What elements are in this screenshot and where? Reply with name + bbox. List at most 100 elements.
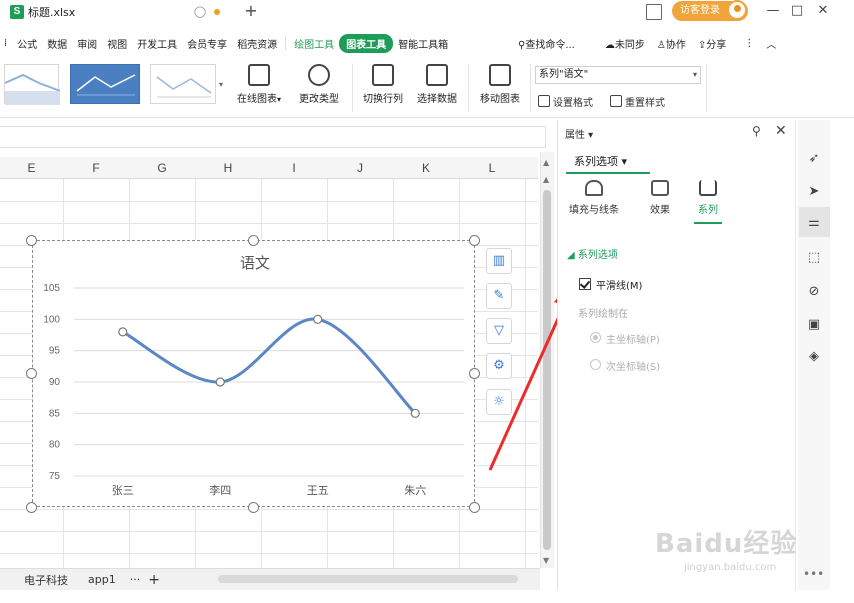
add-sheet-button[interactable]: +: [144, 572, 164, 588]
panel-toggle-icon[interactable]: [646, 4, 662, 20]
tab-pin-icon[interactable]: ◯: [193, 5, 207, 19]
grid-line: [0, 201, 538, 202]
resize-handle[interactable]: [469, 235, 480, 246]
column-header-e[interactable]: E: [0, 157, 63, 179]
sheet-tab-2[interactable]: app1: [78, 573, 126, 586]
series-point-handle[interactable]: [410, 408, 420, 418]
panel-title[interactable]: 属性 ▾: [565, 126, 593, 141]
ribbon-divider: [706, 64, 707, 112]
collab-button[interactable]: ♙协作: [651, 36, 692, 51]
move-chart-button[interactable]: 移动图表: [474, 62, 526, 114]
menu-formula[interactable]: 公式: [12, 36, 42, 51]
tab-series[interactable]: 系列: [678, 180, 738, 216]
set-format-label: 设置格式: [553, 97, 593, 109]
smooth-line-label[interactable]: 平滑线(M): [596, 277, 642, 292]
column-header-i[interactable]: I: [261, 157, 327, 179]
resize-handle[interactable]: [26, 502, 37, 513]
horizontal-scrollbar-thumb[interactable]: [218, 575, 518, 583]
resize-handle[interactable]: [26, 235, 37, 246]
online-chart-button[interactable]: 在线图表▾: [233, 62, 285, 114]
close-window-button[interactable]: ✕: [812, 2, 834, 20]
column-header-g[interactable]: G: [129, 157, 195, 179]
section-series-options[interactable]: ◢ 系列选项: [567, 246, 618, 261]
search-command[interactable]: ⚲查找命令...: [512, 36, 581, 51]
menu-overflow-icon[interactable]: ⁞: [0, 38, 12, 49]
reset-style-button[interactable]: 重置样式: [610, 93, 665, 109]
secondary-axis-radio[interactable]: [590, 359, 601, 370]
sheet-tab-1[interactable]: 电子科技: [0, 572, 78, 588]
chart-element-select[interactable]: 系列"语文" ▾: [535, 66, 701, 84]
menu-view[interactable]: 视图: [102, 36, 132, 51]
more-sheets-button[interactable]: ···: [126, 573, 145, 586]
menu-data[interactable]: 数据: [42, 36, 72, 51]
series-point-handle[interactable]: [313, 314, 323, 324]
sync-status[interactable]: ☁未同步: [599, 36, 651, 51]
change-type-label: 更改类型: [299, 94, 339, 105]
resize-handle[interactable]: [248, 502, 259, 513]
minimize-button[interactable]: —: [762, 2, 784, 20]
series-point-handle[interactable]: [215, 377, 225, 387]
menu-smart-toolbox[interactable]: 智能工具箱: [393, 36, 453, 51]
ribbon-divider: [468, 64, 469, 112]
collapse-ribbon-icon[interactable]: ︿: [760, 36, 782, 51]
tab-series-options[interactable]: 系列选项 ▾: [566, 150, 650, 174]
column-header-h[interactable]: H: [195, 157, 261, 179]
x-tick-label: 朱六: [404, 484, 426, 497]
series-point-handle[interactable]: [118, 327, 128, 337]
chart-title[interactable]: 语文: [200, 252, 310, 273]
series-line[interactable]: [122, 317, 417, 415]
image-tool-icon[interactable]: ▣: [805, 316, 823, 334]
panel-scrollbar[interactable]: [795, 120, 796, 590]
navigation-icon[interactable]: ◈: [805, 348, 823, 366]
menu-draw-tools[interactable]: 绘图工具: [289, 36, 339, 51]
change-type-button[interactable]: 更改类型: [294, 62, 344, 114]
column-header-j[interactable]: J: [327, 157, 393, 179]
y-tick-label: 90: [49, 377, 61, 388]
y-tick-label: 80: [49, 440, 61, 451]
properties-sliders-icon[interactable]: ⚌: [805, 214, 823, 232]
scroll-up-icon[interactable]: ▲: [543, 175, 549, 184]
avatar[interactable]: [727, 0, 747, 20]
menu-review[interactable]: 审阅: [72, 36, 102, 51]
switch-rowcol-button[interactable]: 切换行列: [358, 62, 408, 114]
online-chart-label: 在线图表: [236, 94, 277, 105]
resize-handle[interactable]: [469, 368, 480, 379]
smooth-line-checkbox[interactable]: [579, 278, 591, 290]
cloud-icon: ☁: [604, 39, 615, 51]
menu-member[interactable]: 会员专享: [182, 36, 232, 51]
format-painter-icon[interactable]: ⬚: [805, 249, 823, 267]
help-icon[interactable]: ⊘: [805, 283, 823, 301]
chart-style-thumb-3[interactable]: [150, 64, 216, 104]
maximize-button[interactable]: □: [786, 2, 808, 20]
resize-handle[interactable]: [26, 368, 37, 379]
scroll-up-icon[interactable]: ▲: [543, 158, 549, 167]
pin-icon[interactable]: ⚲: [752, 124, 761, 138]
tab-fill-and-line[interactable]: 填充与线条: [564, 180, 624, 216]
more-menu-icon[interactable]: ⋮: [738, 38, 760, 49]
resize-handle[interactable]: [469, 502, 480, 513]
scroll-down-icon[interactable]: ▼: [543, 556, 549, 565]
close-icon[interactable]: ✕: [775, 123, 787, 139]
cursor-select-icon[interactable]: ➤: [805, 183, 823, 201]
chart-style-thumb-1[interactable]: [4, 64, 61, 105]
column-header-f[interactable]: F: [63, 157, 129, 179]
share-button[interactable]: ⇪分享: [692, 36, 732, 51]
move-chart-label: 移动图表: [480, 94, 520, 105]
chart-style-thumb-2[interactable]: [70, 64, 140, 104]
new-tab-button[interactable]: +: [242, 2, 260, 20]
resize-handle[interactable]: [248, 235, 259, 246]
select-data-button[interactable]: 选择数据: [412, 62, 462, 114]
more-tools-icon[interactable]: •••: [803, 567, 824, 581]
move-chart-icon: [489, 64, 511, 86]
paint-bucket-icon: [585, 180, 603, 196]
menu-developer[interactable]: 开发工具: [132, 36, 182, 51]
chart-style-expand-icon[interactable]: ▾: [219, 80, 223, 89]
column-header-k[interactable]: K: [393, 157, 459, 179]
set-format-button[interactable]: 设置格式: [538, 93, 593, 109]
menu-chart-tools[interactable]: 图表工具: [339, 33, 394, 53]
menu-docer[interactable]: 稻壳资源: [232, 36, 282, 51]
formula-bar[interactable]: [0, 126, 546, 148]
column-header-l[interactable]: L: [459, 157, 525, 179]
primary-axis-radio[interactable]: [590, 332, 601, 343]
rocket-icon[interactable]: ➶: [805, 150, 823, 168]
